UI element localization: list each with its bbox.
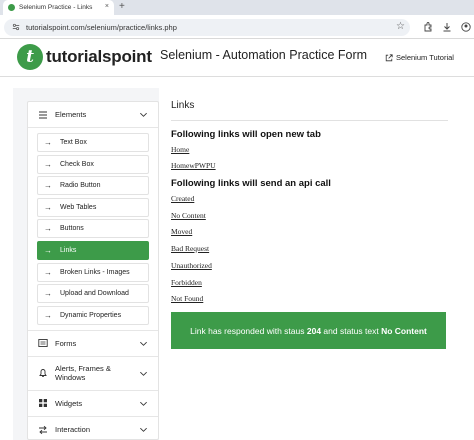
external-link-icon [385,53,393,61]
sidebar-item-label: Text Box [60,139,87,146]
sidebar-item-label: Broken Links - Images [60,268,130,276]
sidebar-item-web-tables[interactable]: → Web Tables [37,197,149,217]
sidebar-item-links[interactable]: → Links [37,240,149,260]
sidebar-item-label: Radio Button [60,182,101,190]
unauthorized-link[interactable]: Unauthorized [171,261,212,270]
sidebar-item-broken-links[interactable]: → Broken Links - Images [37,262,149,282]
interaction-arrows-icon [39,425,47,434]
favicon-icon [8,4,15,11]
category-alerts-label-line2: Windows [55,373,86,383]
widgets-grid-icon [39,399,47,408]
sidebar-item-dynamic-properties[interactable]: → Dynamic Properties [37,305,149,325]
address-bar[interactable]: tutorialspoint.com/selenium/practice/lin… [4,19,410,36]
new-tab-button[interactable]: + [119,1,125,12]
sidebar-item-radio-button[interactable]: → Radio Button [37,176,149,196]
browser-tab[interactable]: Selenium Practice - Links × [3,0,114,15]
category-elements-label: Elements [55,110,87,119]
bookmark-star-icon[interactable]: ☆ [396,21,405,32]
category-elements[interactable]: Elements [28,102,158,128]
alert-status-code: 204 [306,325,322,336]
form-icon [38,339,48,348]
site-header: t tutorialspoint Selenium - Automation P… [0,39,474,77]
created-link[interactable]: Created [171,194,194,203]
profile-icon[interactable] [461,22,471,32]
tutorialspoint-logo[interactable]: t tutorialspoint [17,44,152,70]
main-content: Links Following links will open new tab … [159,88,461,440]
home-pwpu-link[interactable]: HomewPWPU [171,161,216,170]
sidebar-item-label: Links [60,246,77,254]
alert-status-text: No Content [381,325,427,336]
arrow-right-icon: → [44,159,52,169]
sidebar: Elements → Text Box → Check Box → Radio But… [27,101,159,440]
category-forms[interactable]: Forms [28,331,158,357]
bell-icon [39,369,47,378]
alert-prefix: Link has responded with staus [190,325,307,336]
category-widgets-label: Widgets [55,398,83,408]
arrow-right-icon: → [44,289,52,299]
site-info-icon[interactable] [12,23,20,31]
bad-request-link[interactable]: Bad Request [171,244,209,253]
divider [171,120,448,121]
arrow-right-icon: → [44,202,52,212]
selenium-tutorial-link[interactable]: Selenium Tutorial [385,53,454,62]
api-links-heading: Following links will send an api call [171,178,331,189]
sidebar-item-upload-download[interactable]: → Upload and Download [37,284,149,304]
arrow-right-icon: → [44,310,52,320]
chevron-down-icon [140,112,147,117]
chevron-down-icon [140,371,147,376]
response-alert: Link has responded with staus 204 and st… [171,312,446,349]
chevron-down-icon [140,401,147,406]
not-found-link[interactable]: Not Found [171,294,203,303]
selenium-tutorial-label: Selenium Tutorial [396,53,454,62]
page-title: Selenium - Automation Practice Form [160,48,368,62]
sidebar-item-label: Dynamic Properties [60,311,122,319]
arrow-right-icon: → [44,181,52,191]
sidebar-item-text-box[interactable]: → Text Box [37,133,149,152]
alert-mid: and status text [321,325,382,336]
category-alerts-label: Alerts, Frames & Windows [55,364,111,382]
category-alerts-label-line1: Alerts, Frames & [55,364,111,374]
category-widgets[interactable]: Widgets [28,391,158,417]
home-link[interactable]: Home [171,145,189,154]
forbidden-link[interactable]: Forbidden [171,278,202,287]
no-content-link[interactable]: No Content [171,211,206,220]
sidebar-item-label: Web Tables [60,203,97,211]
arrow-right-icon: → [44,224,52,234]
logo-mark: t [17,44,43,70]
chevron-down-icon [140,341,147,346]
sidebar-item-check-box[interactable]: → Check Box [37,154,149,174]
arrow-right-icon: → [44,245,52,255]
sidebar-item-label: Check Box [60,160,94,168]
logo-text: tutorialspoint [46,47,152,66]
browser-toolbar: tutorialspoint.com/selenium/practice/lin… [0,15,474,39]
extensions-icon[interactable] [423,22,433,32]
url-text: tutorialspoint.com/selenium/practice/lin… [26,23,177,32]
tab-close-icon[interactable]: × [105,3,109,10]
chevron-down-icon [140,427,147,432]
sidebar-item-label: Buttons [60,225,84,233]
moved-link[interactable]: Moved [171,227,192,236]
section-heading: Links [171,100,195,111]
download-icon[interactable] [442,22,452,32]
arrow-right-icon: → [44,138,52,147]
arrow-right-icon: → [44,267,52,277]
sidebar-item-buttons[interactable]: → Buttons [37,219,149,239]
elements-item-list: → Text Box → Check Box → Radio Button → Web … [28,128,158,331]
category-forms-label: Forms [55,338,77,348]
new-tab-links-heading: Following links will open new tab [171,129,321,140]
menu-icon [39,111,47,118]
category-interaction-label: Interaction [55,425,91,435]
sidebar-item-label: Upload and Download [60,290,129,298]
category-alerts-frames-windows[interactable]: Alerts, Frames & Windows [28,357,158,391]
category-interaction[interactable]: Interaction [28,417,158,439]
browser-tab-title: Selenium Practice - Links [19,4,93,11]
browser-tab-bar: Selenium Practice - Links × + [0,0,474,15]
